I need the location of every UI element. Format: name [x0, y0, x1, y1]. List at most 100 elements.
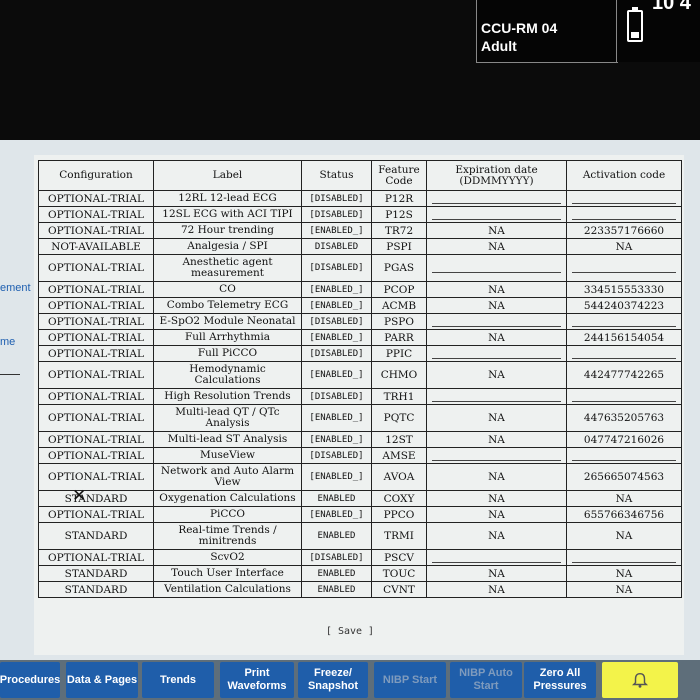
- table-row[interactable]: NOT-AVAILABLE Analgesia / SPI DISABLED PSPI…: [38, 238, 682, 255]
- feature-code-cell: PARR: [371, 329, 427, 346]
- status-cell: [ENABLED_]: [301, 463, 372, 491]
- nibp-auto-start-button[interactable]: NIBP Auto Start: [450, 662, 522, 698]
- table-row[interactable]: OPTIONAL-TRIAL PiCCO [ENABLED_] PPCO NA 65576…: [38, 506, 682, 523]
- config-cell: STANDARD: [38, 490, 154, 507]
- config-cell: OPTIONAL-TRIAL: [38, 447, 154, 464]
- table-row[interactable]: OPTIONAL-TRIAL 12SL ECG with ACI TIPI [DIS…: [38, 206, 682, 223]
- activation-cell: NA: [566, 581, 682, 598]
- left-menu-item-a[interactable]: ement: [0, 282, 31, 294]
- save-button[interactable]: [ Save ]: [0, 626, 700, 637]
- label-cell: Oxygenation Calculations: [153, 490, 302, 507]
- empty-field-line: [432, 357, 561, 359]
- expiration-cell: NA: [426, 431, 567, 448]
- config-cell: OPTIONAL-TRIAL: [38, 549, 154, 566]
- empty-field-line: [432, 400, 561, 402]
- procedures-button[interactable]: Procedures: [0, 662, 60, 698]
- activation-cell: 442477742265: [566, 361, 682, 389]
- status-cell: [DISABLED]: [301, 313, 372, 330]
- config-cell: OPTIONAL-TRIAL: [38, 190, 154, 207]
- table-row[interactable]: OPTIONAL-TRIAL CO [ENABLED_] PCOP NA 33451555…: [38, 281, 682, 298]
- table-row[interactable]: OPTIONAL-TRIAL 72 Hour trending [ENABLED_]…: [38, 222, 682, 239]
- table-row[interactable]: OPTIONAL-TRIAL High Resolution Trends [DIS…: [38, 388, 682, 405]
- feature-code-cell: TOUC: [371, 565, 427, 582]
- activation-cell: NA: [566, 238, 682, 255]
- activation-cell: [566, 549, 682, 566]
- table-row[interactable]: OPTIONAL-TRIAL ScvO2 [DISABLED] PSCV: [38, 549, 682, 566]
- left-menu: ement me: [0, 158, 34, 638]
- table-header-row: Configuration Label Status Feature Code …: [38, 160, 682, 191]
- activation-cell: [566, 388, 682, 405]
- header-status: Status: [301, 160, 372, 191]
- config-cell: STANDARD: [38, 581, 154, 598]
- table-row[interactable]: STANDARD Oxygenation Calculations ENABLED C…: [38, 490, 682, 507]
- feature-code-cell: TRMI: [371, 522, 427, 550]
- feature-license-table: Configuration Label Status Feature Code …: [38, 160, 682, 598]
- table-row[interactable]: OPTIONAL-TRIAL Full Arrhythmia [ENABLED_] P…: [38, 329, 682, 346]
- feature-code-cell: PSCV: [371, 549, 427, 566]
- status-cell: [ENABLED_]: [301, 222, 372, 239]
- label-cell: Touch User Interface: [153, 565, 302, 582]
- status-cell: ENABLED: [301, 490, 372, 507]
- empty-field-line: [432, 272, 561, 273]
- table-row[interactable]: OPTIONAL-TRIAL Anesthetic agent measureme…: [38, 254, 682, 282]
- activation-cell: [566, 447, 682, 464]
- config-cell: OPTIONAL-TRIAL: [38, 506, 154, 523]
- expiration-cell: [426, 206, 567, 223]
- alarm-silence-button[interactable]: [602, 662, 678, 698]
- feature-code-cell: PPCO: [371, 506, 427, 523]
- empty-field-line: [432, 459, 561, 461]
- empty-field-line: [572, 357, 676, 359]
- clock: 10 4: [652, 0, 691, 14]
- label-cell: Full Arrhythmia: [153, 329, 302, 346]
- expiration-cell: [426, 388, 567, 405]
- table-row[interactable]: OPTIONAL-TRIAL Multi-lead QT / QTc Analys…: [38, 404, 682, 432]
- left-menu-divider: [0, 374, 20, 375]
- table-row[interactable]: OPTIONAL-TRIAL Full PiCCO [DISABLED] PPIC: [38, 345, 682, 362]
- feature-code-cell: TR72: [371, 222, 427, 239]
- freeze-snapshot-button[interactable]: Freeze/ Snapshot: [298, 662, 368, 698]
- table-row[interactable]: OPTIONAL-TRIAL E-SpO2 Module Neonatal [DIS…: [38, 313, 682, 330]
- table-row[interactable]: STANDARD Touch User Interface ENABLED TOUC N…: [38, 565, 682, 582]
- feature-code-cell: CVNT: [371, 581, 427, 598]
- status-cell: [ENABLED_]: [301, 431, 372, 448]
- config-cell: OPTIONAL-TRIAL: [38, 463, 154, 491]
- expiration-cell: [426, 345, 567, 362]
- config-cell: OPTIONAL-TRIAL: [38, 361, 154, 389]
- expiration-cell: NA: [426, 581, 567, 598]
- table-row[interactable]: STANDARD Ventilation Calculations ENABLED C…: [38, 581, 682, 598]
- feature-code-cell: PQTC: [371, 404, 427, 432]
- status-cell: DISABLED: [301, 238, 372, 255]
- table-row[interactable]: OPTIONAL-TRIAL 12RL 12-lead ECG [DISABLED]…: [38, 190, 682, 207]
- expiration-cell: NA: [426, 281, 567, 298]
- status-cell: [DISABLED]: [301, 345, 372, 362]
- activation-cell: NA: [566, 565, 682, 582]
- trends-button[interactable]: Trends: [142, 662, 214, 698]
- header-expiration-date: Expiration date (DDMMYYYY): [426, 160, 567, 191]
- table-row[interactable]: OPTIONAL-TRIAL Hemodynamic Calculations [E…: [38, 361, 682, 389]
- table-row[interactable]: STANDARD Real-time Trends / minitrends ENA…: [38, 522, 682, 550]
- status-cell: ENABLED: [301, 565, 372, 582]
- table-row[interactable]: OPTIONAL-TRIAL Network and Auto Alarm Vie…: [38, 463, 682, 491]
- left-menu-item-b[interactable]: me: [0, 336, 15, 348]
- label-cell: High Resolution Trends: [153, 388, 302, 405]
- nibp-start-button[interactable]: NIBP Start: [374, 662, 446, 698]
- patient-category: Adult: [481, 38, 517, 54]
- table-row[interactable]: OPTIONAL-TRIAL Multi-lead ST Analysis [ENA…: [38, 431, 682, 448]
- zero-all-pressures-button[interactable]: Zero All Pressures: [524, 662, 596, 698]
- table-row[interactable]: OPTIONAL-TRIAL Combo Telemetry ECG [ENABLE…: [38, 297, 682, 314]
- expiration-cell: NA: [426, 222, 567, 239]
- config-cell: OPTIONAL-TRIAL: [38, 313, 154, 330]
- header-label: Label: [153, 160, 302, 191]
- print-waveforms-button[interactable]: Print Waveforms: [220, 662, 294, 698]
- expiration-cell: NA: [426, 490, 567, 507]
- data-pages-button[interactable]: Data & Pages: [66, 662, 138, 698]
- table-row[interactable]: OPTIONAL-TRIAL MuseView [DISABLED] AMSE: [38, 447, 682, 464]
- feature-code-cell: PSPI: [371, 238, 427, 255]
- cursor-x-mark: ✕: [72, 486, 87, 506]
- config-cell: STANDARD: [38, 522, 154, 550]
- alarm-bell-icon: [631, 672, 649, 688]
- expiration-cell: [426, 254, 567, 282]
- status-cell: [DISABLED]: [301, 447, 372, 464]
- empty-field-line: [432, 561, 561, 563]
- expiration-cell: [426, 447, 567, 464]
